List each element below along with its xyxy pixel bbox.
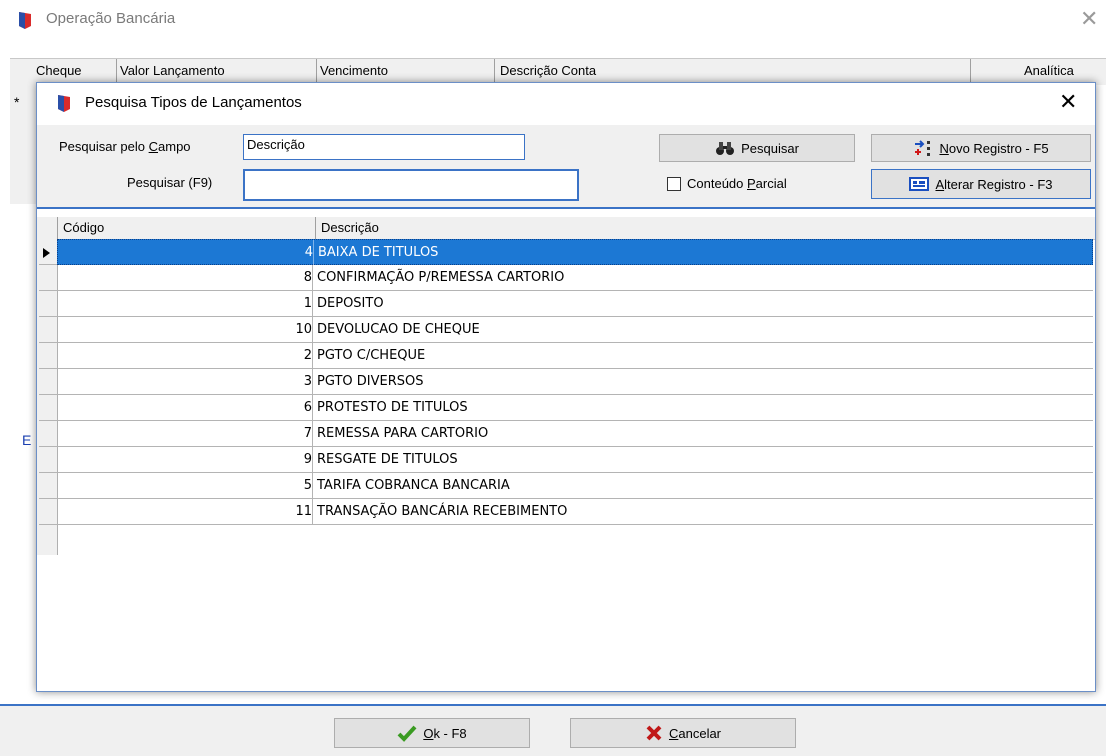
- table-row[interactable]: 7 REMESSA PARA CARTORIO: [57, 421, 1093, 447]
- description-cell[interactable]: RESGATE DE TITULOS: [317, 447, 458, 472]
- column-header[interactable]: Vencimento: [320, 63, 388, 78]
- ok-mnemonic: O: [423, 725, 434, 741]
- row-indicator[interactable]: [39, 239, 57, 265]
- column-header[interactable]: Cheque: [36, 63, 82, 78]
- description-cell[interactable]: PGTO DIVERSOS: [317, 369, 423, 394]
- code-cell[interactable]: 11: [57, 499, 313, 524]
- background-grid-header: Cheque Valor Lançamento Vencimento Descr…: [10, 58, 1106, 85]
- code-cell[interactable]: 4: [58, 240, 314, 265]
- cancel-button[interactable]: Cancelar: [570, 718, 796, 748]
- new-row-marker: *: [14, 94, 20, 110]
- code-cell[interactable]: 5: [57, 473, 313, 498]
- table-row[interactable]: 3 PGTO DIVERSOS: [57, 369, 1093, 395]
- search-button-label: Pesquisar: [741, 140, 799, 156]
- description-cell[interactable]: BAIXA DE TITULOS: [318, 240, 438, 265]
- edit-label: lterar Registro - F3: [944, 176, 1053, 192]
- row-indicator[interactable]: [39, 447, 57, 473]
- column-header-code[interactable]: Código: [63, 220, 104, 235]
- description-cell[interactable]: TRANSAÇÃO BANCÁRIA RECEBIMENTO: [317, 499, 567, 524]
- dialog-titlebar: Pesquisa Tipos de Lançamentos ✕: [37, 83, 1095, 125]
- checkmark-icon: [397, 725, 417, 742]
- code-cell[interactable]: 3: [57, 369, 313, 394]
- close-icon[interactable]: ✕: [1059, 89, 1077, 115]
- code-cell[interactable]: 7: [57, 421, 313, 446]
- partial-content-label[interactable]: Conteúdo Parcial: [687, 176, 787, 191]
- results-grid: Código Descrição 4 BAIXA DE TITULOS 8 CONFI…: [37, 217, 1095, 691]
- edit-record-button[interactable]: Alterar Registro - F3: [871, 169, 1091, 199]
- ok-button[interactable]: Ok - F8: [334, 718, 530, 748]
- search-field-label: Pesquisar pelo Campo: [59, 139, 191, 154]
- table-row[interactable]: 9 RESGATE DE TITULOS: [57, 447, 1093, 473]
- code-cell[interactable]: 9: [57, 447, 313, 472]
- row-indicator[interactable]: [39, 369, 57, 395]
- search-label: Pesquisar (F9): [127, 175, 213, 190]
- cancel-label: ancelar: [678, 725, 722, 741]
- table-row[interactable]: 1 DEPOSITO: [57, 291, 1093, 317]
- partial-content-checkbox[interactable]: [667, 177, 681, 191]
- search-input[interactable]: [243, 169, 579, 201]
- column-header[interactable]: Valor Lançamento: [120, 63, 225, 78]
- code-cell[interactable]: 1: [57, 291, 313, 316]
- row-indicator[interactable]: [39, 473, 57, 499]
- description-cell[interactable]: PROTESTO DE TITULOS: [317, 395, 468, 420]
- background-button-bar: Ok - F8 Cancelar: [0, 704, 1106, 756]
- search-dialog: Pesquisa Tipos de Lançamentos ✕ Pesquisa…: [36, 82, 1096, 692]
- column-header[interactable]: Descrição Conta: [500, 63, 596, 78]
- background-label: E: [22, 432, 32, 448]
- description-cell[interactable]: TARIFA COBRANCA BANCARIA: [317, 473, 510, 498]
- table-row[interactable]: 10 DEVOLUCAO DE CHEQUE: [57, 317, 1093, 343]
- app-icon: [19, 12, 31, 29]
- grid-header: Código Descrição: [37, 217, 1095, 240]
- new-mnemonic: N: [939, 140, 949, 156]
- row-indicator[interactable]: [39, 343, 57, 369]
- ok-label: k - F8: [433, 725, 467, 741]
- background-titlebar: Operação Bancária ✕: [0, 0, 1106, 40]
- window-title: Operação Bancária: [46, 10, 176, 27]
- search-button[interactable]: Pesquisar: [659, 134, 855, 162]
- table-row[interactable]: 5 TARIFA COBRANCA BANCARIA: [57, 473, 1093, 499]
- new-record-button[interactable]: Novo Registro - F5: [871, 134, 1091, 162]
- description-cell[interactable]: CONFIRMAÇÃO P/REMESSA CARTORIO: [317, 265, 564, 290]
- new-label: ovo Registro - F5: [948, 140, 1049, 156]
- code-cell[interactable]: 6: [57, 395, 313, 420]
- edit-mnemonic: A: [935, 176, 945, 192]
- description-cell[interactable]: PGTO C/CHEQUE: [317, 343, 425, 368]
- description-cell[interactable]: REMESSA PARA CARTORIO: [317, 421, 488, 446]
- column-header[interactable]: Analítica: [1024, 63, 1074, 78]
- table-row[interactable]: 11 TRANSAÇÃO BANCÁRIA RECEBIMENTO: [57, 499, 1093, 525]
- cancel-mnemonic: C: [668, 725, 679, 741]
- row-indicator[interactable]: [39, 317, 57, 343]
- column-header-description[interactable]: Descrição: [321, 220, 379, 235]
- description-cell[interactable]: DEVOLUCAO DE CHEQUE: [317, 317, 480, 342]
- row-indicator[interactable]: [39, 499, 57, 525]
- binoculars-icon: [716, 142, 735, 155]
- table-row[interactable]: 2 PGTO C/CHEQUE: [57, 343, 1093, 369]
- code-cell[interactable]: 2: [57, 343, 313, 368]
- code-cell[interactable]: 10: [57, 317, 313, 342]
- row-indicator[interactable]: [39, 421, 57, 447]
- dialog-title: Pesquisa Tipos de Lançamentos: [85, 94, 302, 111]
- search-form: Pesquisar pelo Campo Descrição Pesquisar…: [37, 125, 1095, 209]
- app-icon: [58, 95, 70, 112]
- search-field-select[interactable]: Descrição: [243, 134, 525, 160]
- code-cell[interactable]: 8: [57, 265, 313, 290]
- description-cell[interactable]: DEPOSITO: [317, 291, 384, 316]
- row-indicator[interactable]: [39, 291, 57, 317]
- cancel-x-icon: [646, 725, 662, 741]
- close-icon[interactable]: ✕: [1080, 6, 1098, 32]
- row-indicator[interactable]: [39, 265, 57, 291]
- table-row[interactable]: 4 BAIXA DE TITULOS: [57, 239, 1093, 265]
- table-row[interactable]: 8 CONFIRMAÇÃO P/REMESSA CARTORIO: [57, 265, 1093, 291]
- edit-record-icon: [909, 177, 930, 191]
- new-record-icon: [915, 140, 931, 156]
- row-indicator[interactable]: [39, 395, 57, 421]
- table-row[interactable]: 6 PROTESTO DE TITULOS: [57, 395, 1093, 421]
